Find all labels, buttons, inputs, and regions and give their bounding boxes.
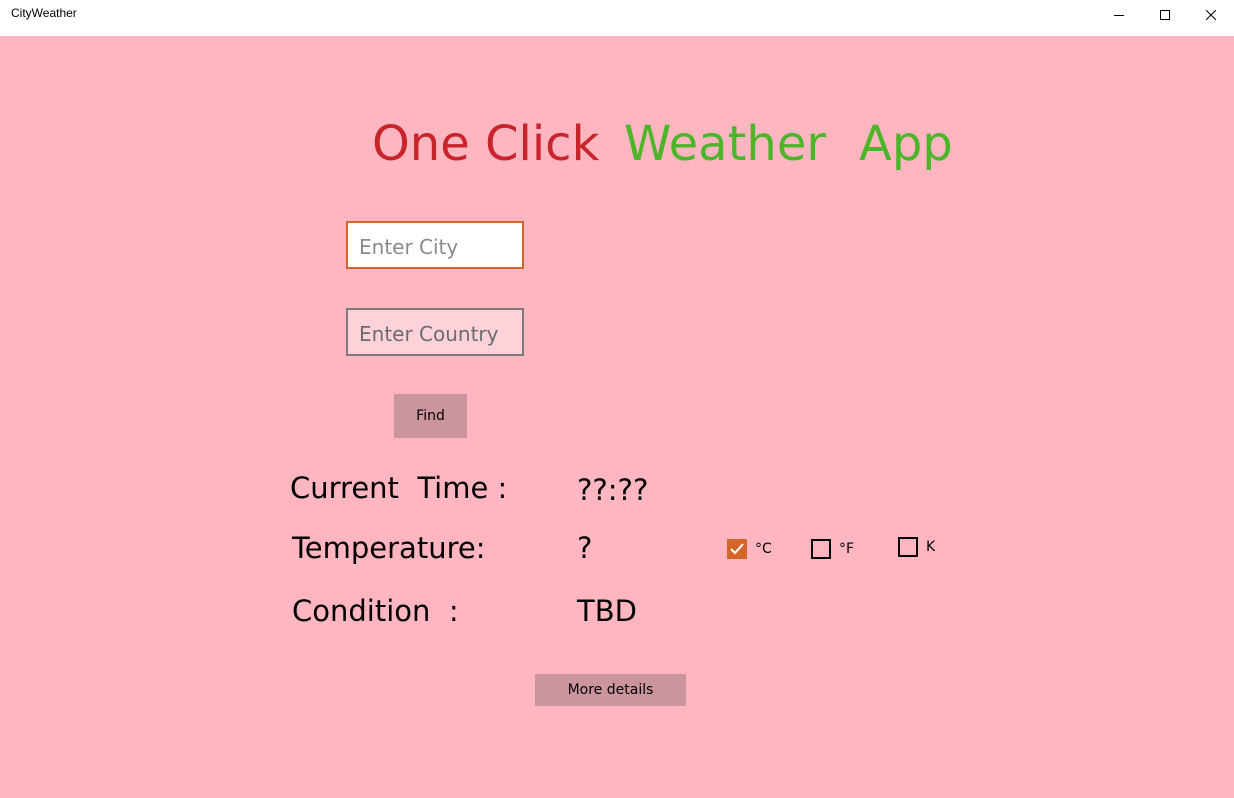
- condition-value: TBD: [577, 594, 637, 628]
- condition-label: Condition :: [292, 594, 459, 628]
- minimize-icon: [1114, 15, 1124, 16]
- checkmark-icon: [730, 543, 744, 555]
- kelvin-checkbox[interactable]: K: [898, 537, 935, 557]
- more-details-button[interactable]: More details: [535, 674, 686, 706]
- country-input[interactable]: [346, 308, 524, 356]
- minimize-button[interactable]: [1096, 0, 1142, 30]
- close-button[interactable]: [1188, 0, 1234, 30]
- fahrenheit-checkbox[interactable]: °F: [811, 539, 854, 559]
- celsius-label: °C: [755, 541, 772, 557]
- heading-one-click: One Click: [372, 116, 600, 172]
- heading-weather: Weather: [624, 116, 827, 172]
- temperature-value: ?: [577, 531, 593, 565]
- temperature-label: Temperature:: [292, 531, 486, 565]
- app-window: CityWeather One Click Weather App Find C…: [0, 0, 1234, 798]
- city-input[interactable]: [346, 221, 524, 269]
- celsius-checkbox[interactable]: °C: [727, 539, 772, 559]
- maximize-icon: [1160, 10, 1170, 20]
- celsius-checkbox-box[interactable]: [727, 539, 747, 559]
- title-bar[interactable]: CityWeather: [0, 0, 1234, 36]
- fahrenheit-checkbox-box[interactable]: [811, 539, 831, 559]
- kelvin-label: K: [926, 539, 936, 555]
- heading-app: App: [859, 116, 953, 172]
- find-button[interactable]: Find: [394, 394, 467, 438]
- maximize-button[interactable]: [1142, 0, 1188, 30]
- kelvin-checkbox-box[interactable]: [898, 537, 918, 557]
- close-icon: [1206, 10, 1216, 20]
- current-time-value: ??:??: [577, 473, 649, 507]
- fahrenheit-label: °F: [839, 541, 855, 557]
- window-title: CityWeather: [11, 6, 77, 20]
- current-time-label: Current Time :: [290, 471, 508, 505]
